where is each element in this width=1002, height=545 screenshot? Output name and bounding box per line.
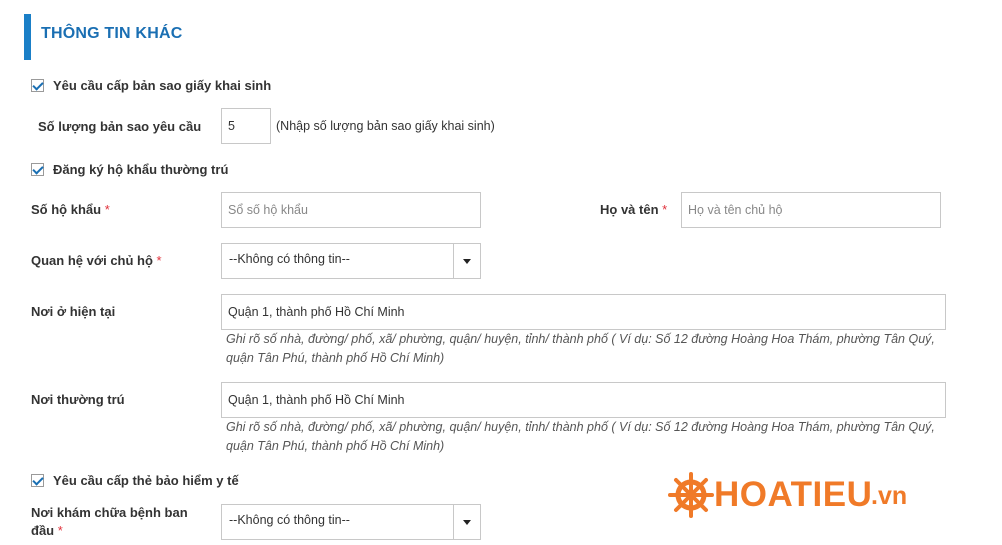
current-address-label: Nơi ở hiện tại xyxy=(31,304,116,319)
birth-cert-checkbox-label[interactable]: Yêu cầu cấp bản sao giấy khai sinh xyxy=(53,78,271,93)
section-accent-bar xyxy=(24,14,31,60)
clinic-label: Nơi khám chữa bệnh ban đầu * xyxy=(31,504,191,540)
section-title: THÔNG TIN KHÁC xyxy=(41,25,183,42)
caret-down-icon xyxy=(463,259,471,264)
birth-cert-checkbox[interactable] xyxy=(31,79,44,92)
checkmark-icon xyxy=(32,474,44,486)
book-no-label: Số hộ khẩu * xyxy=(31,202,110,217)
clinic-label-text: Nơi khám chữa bệnh ban đầu xyxy=(31,505,188,538)
insurance-checkbox-label[interactable]: Yêu cầu cấp thẻ bảo hiểm y tế xyxy=(53,473,239,488)
relation-label-text: Quan hệ với chủ hộ xyxy=(31,253,153,268)
head-name-label: Họ và tên * xyxy=(600,202,667,217)
relation-select[interactable]: --Không có thông tin-- xyxy=(221,243,481,279)
relation-selected-value: --Không có thông tin-- xyxy=(229,252,350,266)
current-address-hint: Ghi rõ số nhà, đường/ phố, xã/ phường, q… xyxy=(226,332,935,365)
household-checkbox[interactable] xyxy=(31,163,44,176)
current-address-input[interactable] xyxy=(221,294,946,330)
copies-label: Số lượng bản sao yêu cầu xyxy=(38,119,202,134)
checkmark-icon xyxy=(32,79,44,91)
copies-note: (Nhập số lượng bản sao giấy khai sinh) xyxy=(276,119,495,133)
permanent-address-input[interactable] xyxy=(221,382,946,418)
watermark-suffix: .vn xyxy=(871,482,908,510)
clinic-selected-value: --Không có thông tin-- xyxy=(229,513,350,527)
head-name-label-text: Họ và tên xyxy=(600,202,659,217)
clinic-select[interactable]: --Không có thông tin-- xyxy=(221,504,481,540)
household-checkbox-label[interactable]: Đăng ký hộ khẩu thường trú xyxy=(53,162,228,177)
relation-label: Quan hệ với chủ hộ * xyxy=(31,253,162,268)
relation-dropdown-button[interactable] xyxy=(453,244,480,278)
head-name-input[interactable] xyxy=(681,192,941,228)
checkmark-icon xyxy=(32,163,44,175)
book-no-label-text: Số hộ khẩu xyxy=(31,202,102,217)
required-marker: * xyxy=(662,202,668,217)
copies-input[interactable] xyxy=(221,108,271,144)
insurance-checkbox[interactable] xyxy=(31,474,44,487)
clinic-dropdown-button[interactable] xyxy=(453,505,480,539)
watermark-text: HOATIEU xyxy=(714,475,873,514)
required-marker: * xyxy=(156,253,162,268)
required-marker: * xyxy=(57,523,63,538)
permanent-address-label: Nơi thường trú xyxy=(31,392,125,407)
ship-wheel-icon xyxy=(668,472,714,518)
hoatieu-watermark: HOATIEU .vn xyxy=(668,470,918,522)
permanent-address-hint: Ghi rõ số nhà, đường/ phố, xã/ phường, q… xyxy=(226,420,935,453)
household-book-no-input[interactable] xyxy=(221,192,481,228)
required-marker: * xyxy=(104,202,110,217)
caret-down-icon xyxy=(463,520,471,525)
